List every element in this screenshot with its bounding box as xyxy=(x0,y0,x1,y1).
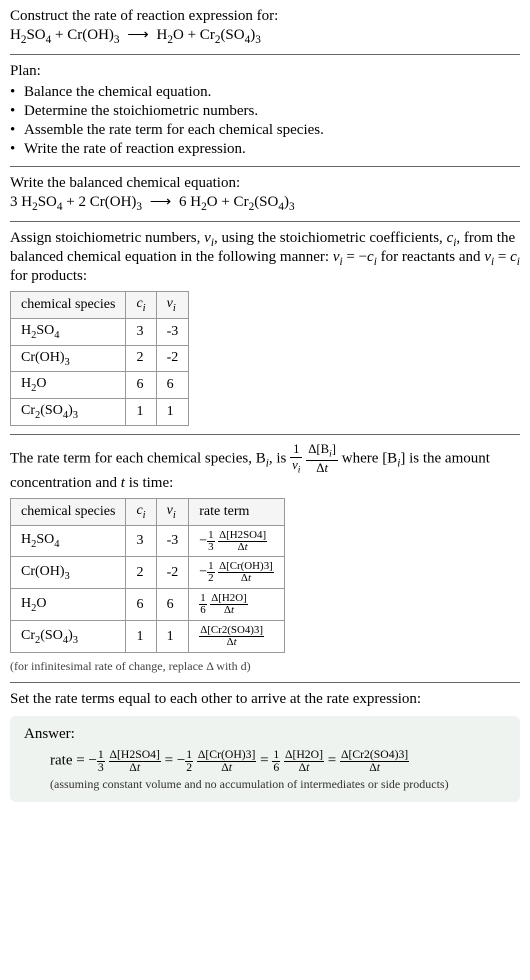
intro-prompt: Construct the rate of reaction expressio… xyxy=(10,8,520,25)
table-row: Cr2(SO4)311 xyxy=(11,399,189,426)
plan-item: •Determine the stoichiometric numbers. xyxy=(10,103,520,120)
table-header: rate term xyxy=(189,498,285,525)
plan-heading: Plan: xyxy=(10,63,520,80)
table-row: Cr2(SO4)311 Δ[Cr2(SO4)3]Δt xyxy=(11,621,285,653)
plan-item: •Assemble the rate term for each chemica… xyxy=(10,122,520,139)
table-header: chemical species xyxy=(11,498,126,525)
divider xyxy=(10,166,520,167)
divider xyxy=(10,54,520,55)
balanced-equation: 3 H2SO4 + 2 Cr(OH)3 ⟶ 6 H2O + Cr2(SO4)3 xyxy=(10,192,520,213)
plan-section: Plan: •Balance the chemical equation. •D… xyxy=(10,63,520,158)
answer-box: Answer: rate = −13 Δ[H2SO4]Δt = −12 Δ[Cr… xyxy=(10,716,520,802)
table-row: Cr(OH)32-2 xyxy=(11,345,189,372)
table-header: ci xyxy=(126,498,156,525)
table-header: ci xyxy=(126,292,156,319)
table-row: H2O66 xyxy=(11,372,189,399)
table-header: chemical species xyxy=(11,292,126,319)
stoich-table: chemical species ci νi H2SO43-3 Cr(OH)32… xyxy=(10,291,189,426)
table-header: νi xyxy=(156,498,189,525)
answer-note: (assuming constant volume and no accumul… xyxy=(24,777,506,792)
rateterm-note: (for infinitesimal rate of change, repla… xyxy=(10,659,520,674)
stoich-section: Assign stoichiometric numbers, νi, using… xyxy=(10,230,520,426)
table-row: H2SO43-3 −13 Δ[H2SO4]Δt xyxy=(11,525,285,557)
rateterm-section: The rate term for each chemical species,… xyxy=(10,443,520,674)
table-header: νi xyxy=(156,292,189,319)
table-row: Cr(OH)32-2 −12 Δ[Cr(OH)3]Δt xyxy=(11,557,285,589)
answer-label: Answer: xyxy=(24,726,506,743)
final-section: Set the rate terms equal to each other t… xyxy=(10,691,520,802)
divider xyxy=(10,221,520,222)
balanced-heading: Write the balanced chemical equation: xyxy=(10,175,520,192)
plan-item: •Write the rate of reaction expression. xyxy=(10,141,520,158)
rateterm-text: The rate term for each chemical species,… xyxy=(10,443,520,492)
divider xyxy=(10,434,520,435)
plan-list: •Balance the chemical equation. •Determi… xyxy=(10,84,520,158)
answer-equation: rate = −13 Δ[H2SO4]Δt = −12 Δ[Cr(OH)3]Δt… xyxy=(24,749,506,773)
table-row: H2O66 16 Δ[H2O]Δt xyxy=(11,589,285,621)
plan-item: •Balance the chemical equation. xyxy=(10,84,520,101)
divider xyxy=(10,682,520,683)
stoich-text: Assign stoichiometric numbers, νi, using… xyxy=(10,230,520,285)
balanced-section: Write the balanced chemical equation: 3 … xyxy=(10,175,520,213)
rateterm-table: chemical species ci νi rate term H2SO43-… xyxy=(10,498,285,653)
table-row: H2SO43-3 xyxy=(11,318,189,345)
final-heading: Set the rate terms equal to each other t… xyxy=(10,691,520,708)
intro-equation: H2SO4 + Cr(OH)3 ⟶ H2O + Cr2(SO4)3 xyxy=(10,25,520,46)
intro-section: Construct the rate of reaction expressio… xyxy=(10,8,520,46)
